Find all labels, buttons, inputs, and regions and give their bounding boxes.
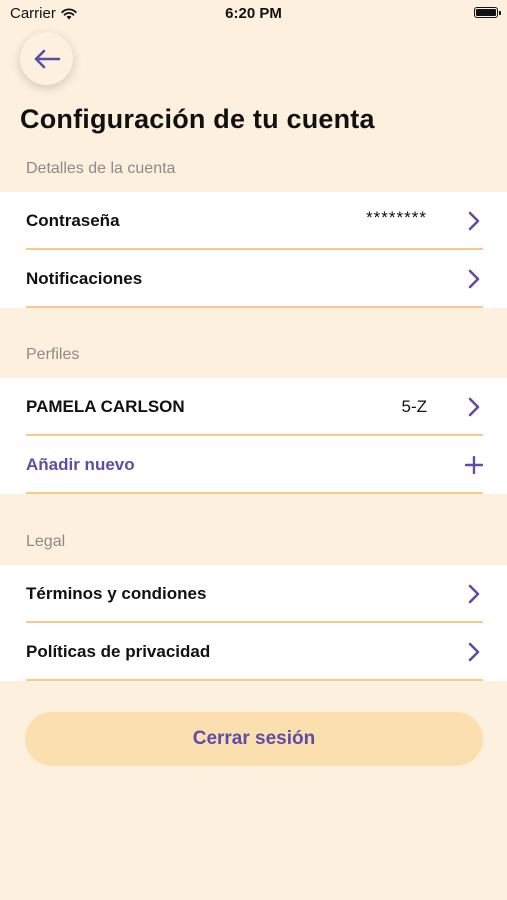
battery-icon: [474, 7, 501, 18]
privacy-label: Políticas de privacidad: [26, 642, 211, 661]
terms-label: Términos y condiones: [26, 584, 207, 603]
section-label-account-details: Detalles de la cuenta: [26, 160, 176, 177]
password-value: ********: [366, 208, 427, 227]
back-button[interactable]: [20, 32, 73, 85]
password-label: Contraseña: [26, 211, 120, 230]
plus-icon: [465, 454, 483, 476]
status-bar: Carrier 6:20 PM: [0, 0, 507, 28]
section-label-legal: Legal: [26, 533, 66, 550]
chevron-right-icon: [465, 583, 483, 605]
chevron-right-icon: [465, 396, 483, 418]
status-time: 6:20 PM: [225, 5, 282, 22]
profiles-list: PAMELA CARLSON 5-Z Añadir nuevo: [0, 378, 507, 494]
terms-row[interactable]: Términos y condiones: [0, 565, 507, 623]
notifications-label: Notificaciones: [26, 269, 143, 288]
section-label-profiles: Perfiles: [26, 346, 80, 363]
profile-value: 5-Z: [401, 397, 428, 416]
add-profile-label: Añadir nuevo: [26, 455, 135, 474]
privacy-row[interactable]: Políticas de privacidad: [0, 623, 507, 681]
divider: [26, 306, 483, 308]
page-title: Configuración de tu cuenta: [20, 104, 375, 134]
add-profile-row[interactable]: Añadir nuevo: [0, 436, 507, 494]
legal-list: Términos y condiones Políticas de privac…: [0, 565, 507, 681]
chevron-right-icon: [465, 641, 483, 663]
arrow-left-icon: [34, 49, 60, 68]
divider: [26, 679, 483, 681]
account-details-list: Contraseña ******** Notificaciones: [0, 192, 507, 308]
profile-name: PAMELA CARLSON: [26, 397, 185, 416]
chevron-right-icon: [465, 210, 483, 232]
notifications-row[interactable]: Notificaciones: [0, 250, 507, 308]
logout-button[interactable]: Cerrar sesión: [25, 712, 483, 766]
chevron-right-icon: [465, 268, 483, 290]
password-row[interactable]: Contraseña ********: [0, 192, 507, 250]
profile-row[interactable]: PAMELA CARLSON 5-Z: [0, 378, 507, 436]
divider: [26, 492, 483, 494]
